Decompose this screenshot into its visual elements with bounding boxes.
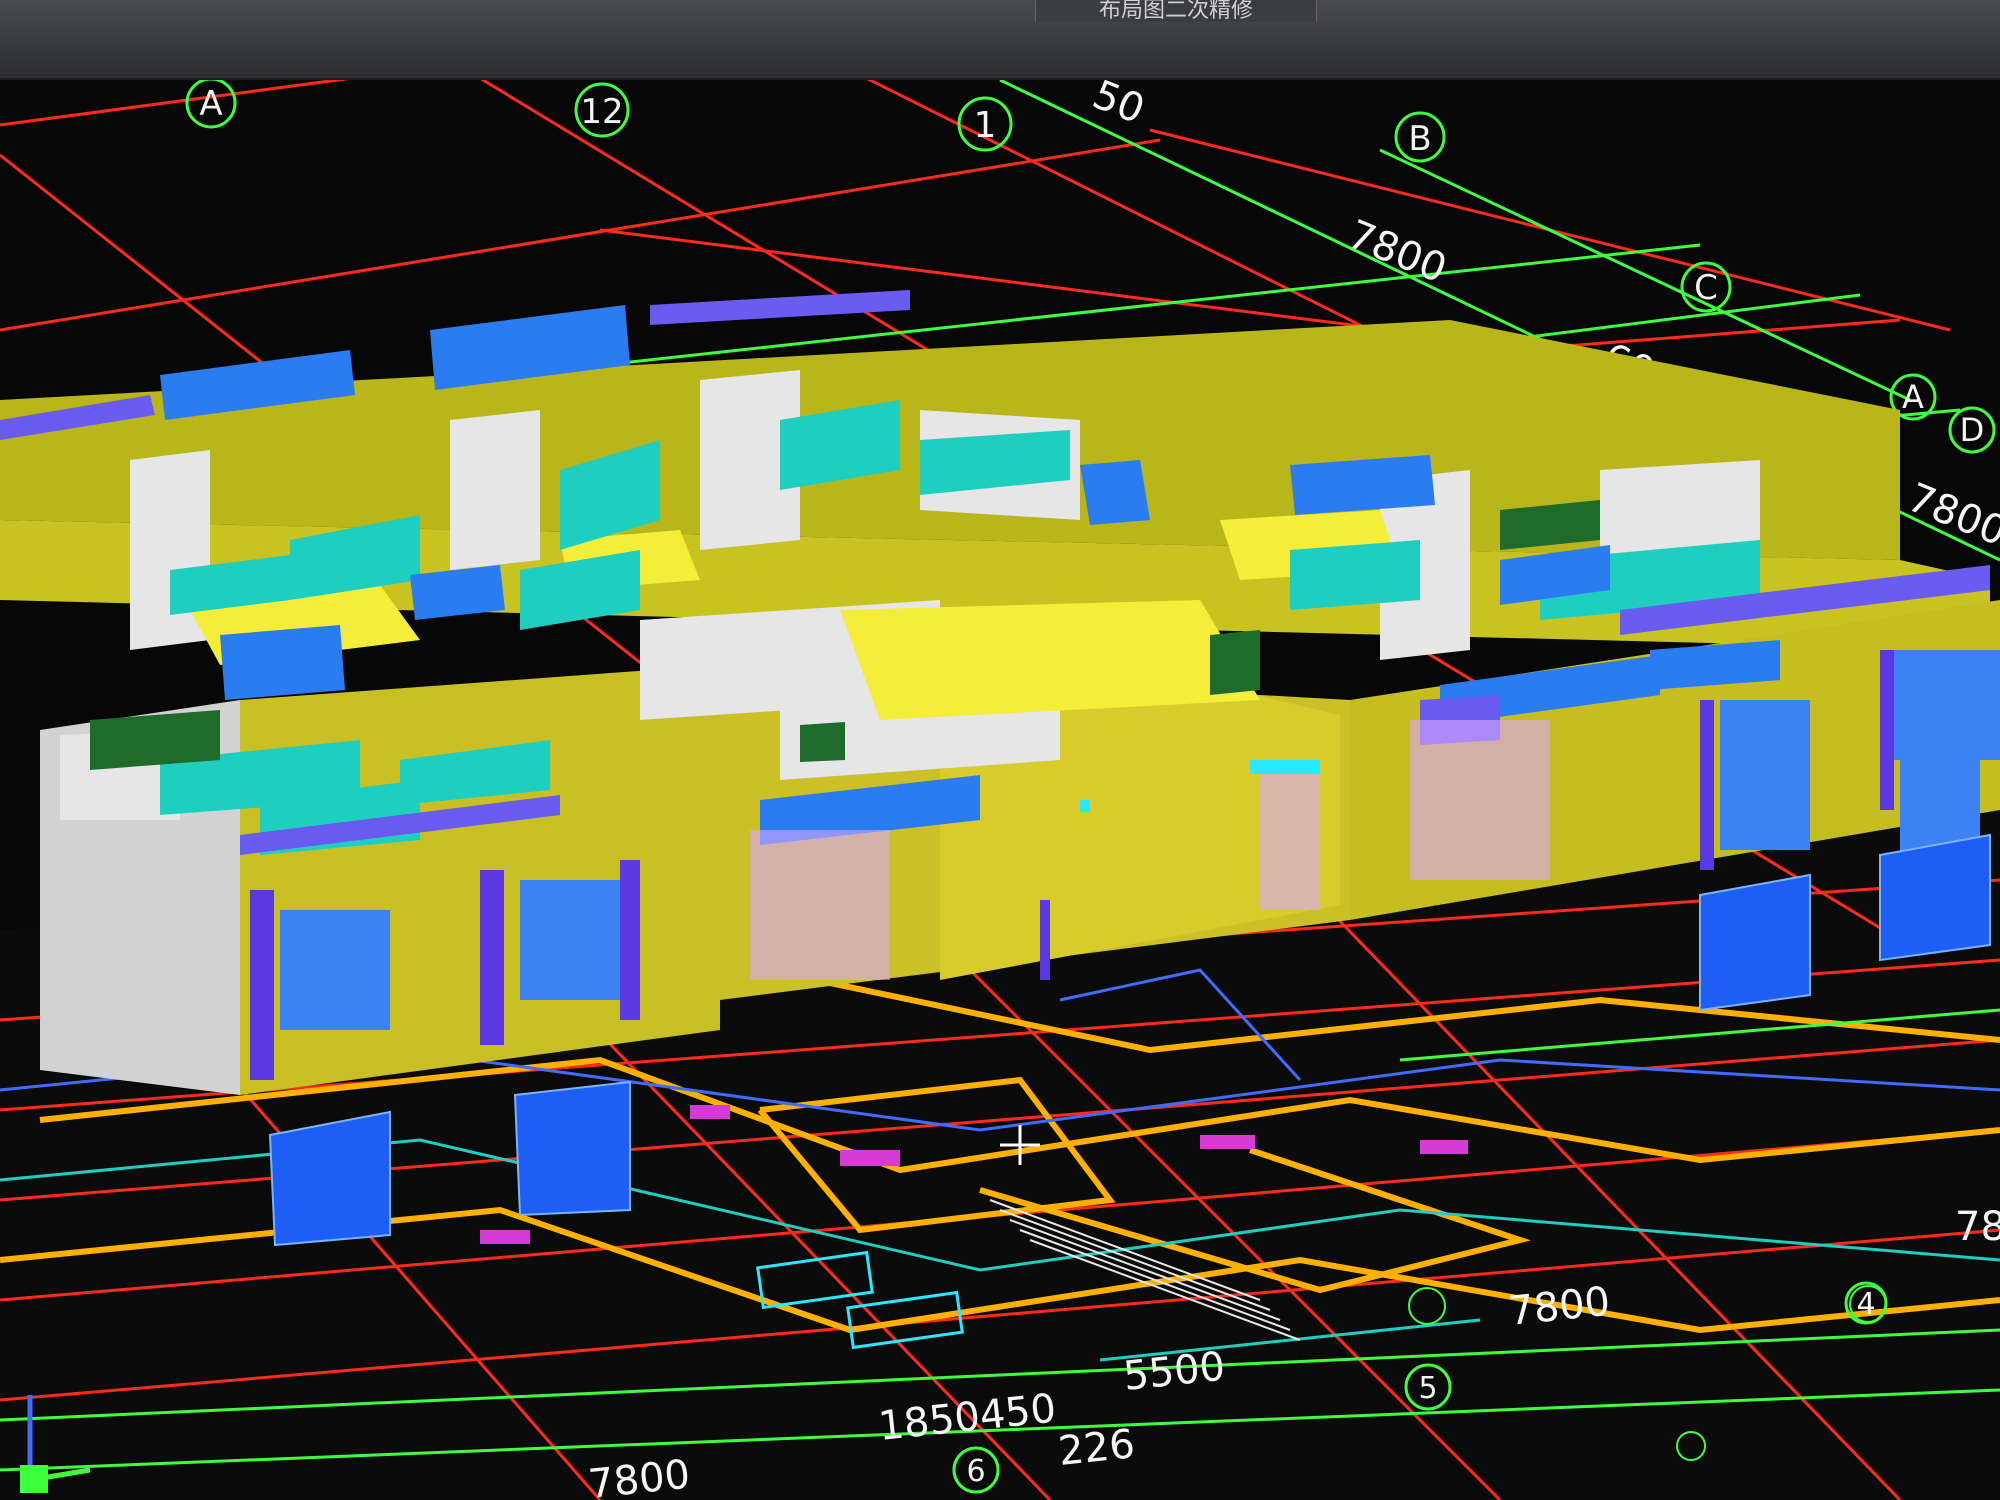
svg-text:1: 1 [974,105,997,146]
svg-text:12: 12 [580,92,623,132]
dim-780: 780 [1955,1204,2000,1250]
svg-text:4: 4 [1856,1287,1875,1322]
svg-text:C: C [1694,268,1718,308]
svg-text:A: A [1902,378,1924,416]
svg-text:D: D [1960,411,1985,449]
drawing-tab[interactable]: 布局图二次精修 [1035,0,1317,22]
dim-226: 226 [1056,1421,1137,1475]
cad-screen: A 12 1 B C A D 4 5 6 7800 7800 50 78 780… [0,0,2000,1500]
cad-3d-viewport[interactable]: A 12 1 B C A D 4 5 6 7800 7800 50 78 780… [0,0,2000,1500]
svg-text:6: 6 [966,1454,985,1489]
axis-bubble-12[interactable]: 12 [574,82,630,138]
window-title-bar: 布局图二次精修 [0,0,2000,80]
svg-text:B: B [1408,119,1431,159]
svg-text:A: A [199,84,222,124]
svg-text:5: 5 [1418,1371,1437,1406]
